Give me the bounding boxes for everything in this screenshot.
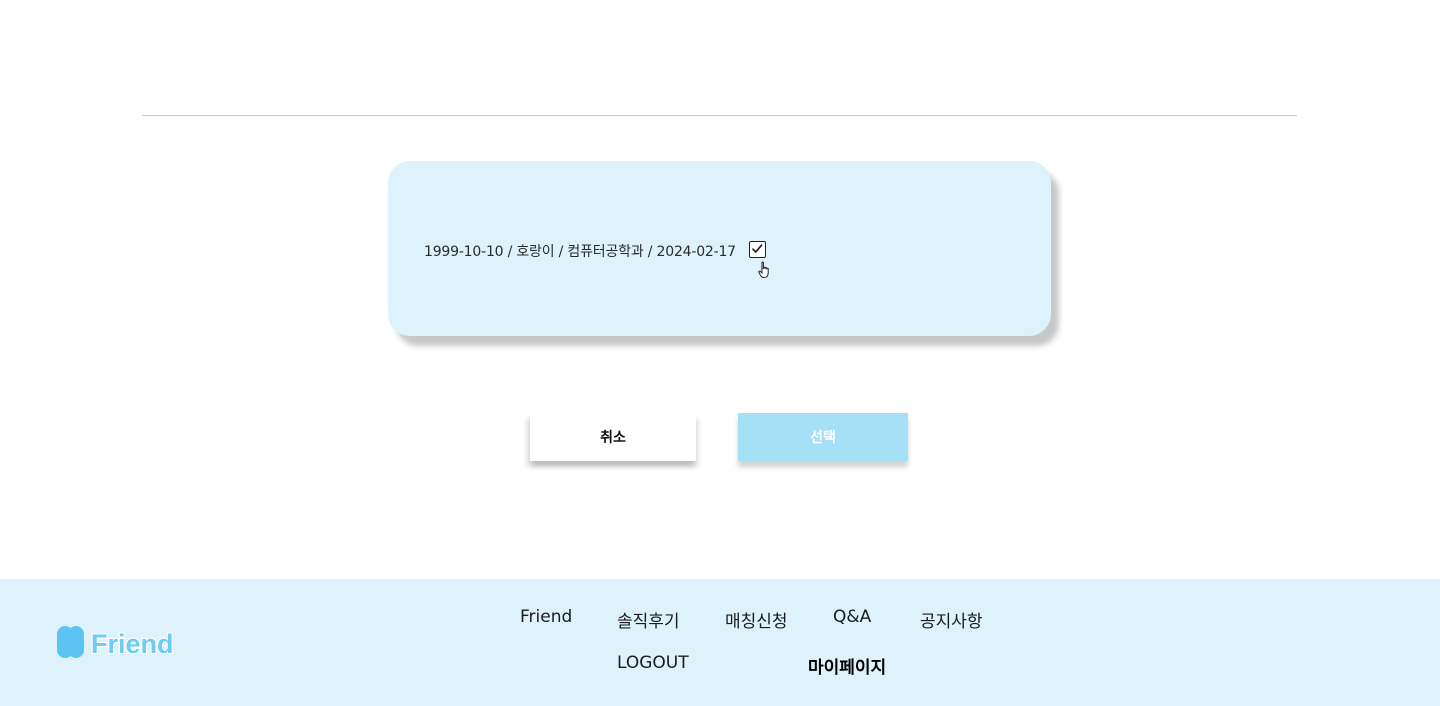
check-icon bbox=[752, 244, 763, 253]
nav-friend[interactable]: Friend bbox=[520, 607, 572, 627]
nav-qna[interactable]: Q&A bbox=[833, 607, 871, 627]
select-button[interactable]: 선택 bbox=[738, 413, 908, 461]
nav-notice[interactable]: 공지사항 bbox=[920, 607, 983, 632]
info-text: 1999-10-10 / 호랑이 / 컴퓨터공학과 / 2024-02-17 bbox=[424, 244, 736, 260]
footer: Friend Friend 솔직후기 매칭신청 Q&A 공지사항 LOGOUT … bbox=[0, 579, 1440, 706]
friend-logo[interactable]: Friend bbox=[54, 625, 184, 663]
logo-text: Friend bbox=[91, 629, 174, 659]
nav-mypage[interactable]: 마이페이지 bbox=[808, 653, 886, 678]
select-checkbox[interactable] bbox=[749, 241, 766, 258]
top-divider bbox=[142, 115, 1297, 116]
cancel-button[interactable]: 취소 bbox=[530, 413, 696, 461]
info-card: 1999-10-10 / 호랑이 / 컴퓨터공학과 / 2024-02-17 bbox=[388, 161, 1051, 336]
hand-pointer-icon bbox=[758, 261, 769, 278]
nav-reviews[interactable]: 솔직후기 bbox=[617, 607, 680, 632]
clover-logo-icon: Friend bbox=[57, 626, 175, 660]
nav-logout[interactable]: LOGOUT bbox=[617, 653, 689, 673]
nav-matching[interactable]: 매칭신청 bbox=[725, 607, 788, 632]
